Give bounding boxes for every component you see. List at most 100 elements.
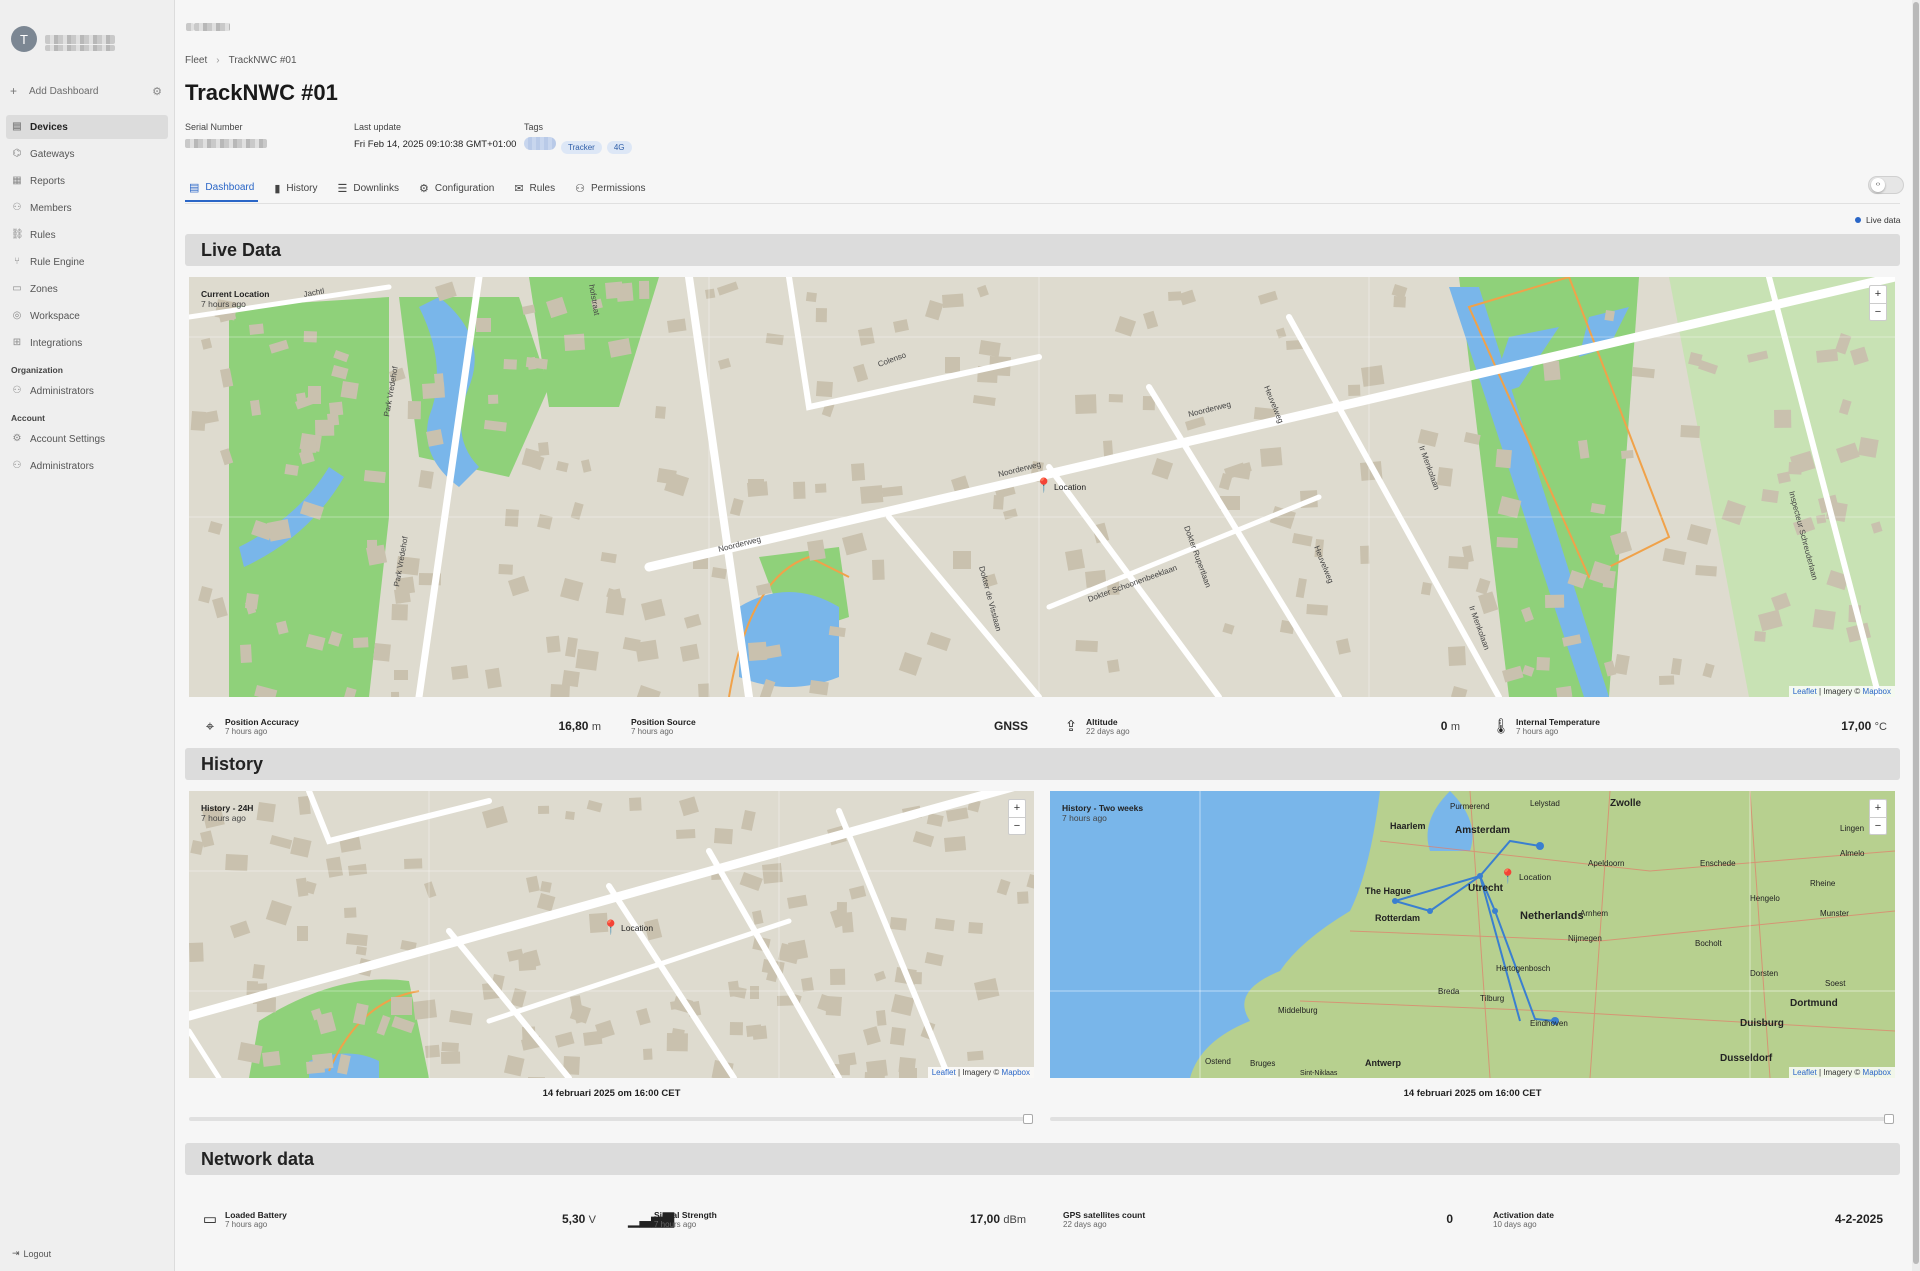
stat-internal-temperature: 🌡 Internal Temperature 7 hours ago 17,00 … xyxy=(1490,711,1887,741)
members-icon: ⚇ xyxy=(12,385,22,396)
zoom-out-button[interactable]: − xyxy=(1870,303,1886,320)
location-pin-icon[interactable]: 📍 xyxy=(1035,477,1052,494)
map-attribution: Leaflet | Imagery © Mapbox xyxy=(1788,1067,1895,1078)
stat-timestamp: 22 days ago xyxy=(1063,1219,1107,1229)
sidebar-item-org-administrators[interactable]: ⚇ Administrators xyxy=(6,379,168,403)
sidebar-item-devices[interactable]: ▤ Devices xyxy=(6,115,168,139)
breadcrumb-fleet[interactable]: Fleet xyxy=(185,55,207,66)
map-attribution: Leaflet | Imagery © Mapbox xyxy=(927,1067,1034,1078)
tab-label: Configuration xyxy=(434,182,495,194)
sidebar-item-rule-engine[interactable]: ⑂ Rule Engine xyxy=(6,250,168,274)
sidebar-item-label: Reports xyxy=(30,175,66,187)
leaflet-link[interactable]: Leaflet xyxy=(1793,1068,1817,1077)
live-location-map[interactable]: Noorderweg Noorderweg Noorderweg Colenso… xyxy=(189,277,1895,697)
add-dashboard-button[interactable]: + Add Dashboard ⚙ xyxy=(10,84,162,98)
sidebar-item-label: Workspace xyxy=(30,310,80,322)
tab-label: Dashboard xyxy=(205,181,255,193)
tab-downlinks[interactable]: ☰ Downlinks xyxy=(334,174,403,202)
stat-value: GNSS xyxy=(993,719,1028,733)
sidebar-item-account-settings[interactable]: ⚙ Account Settings xyxy=(6,427,168,451)
zoom-control: + − xyxy=(1869,799,1887,835)
history-24h-slider[interactable] xyxy=(189,1114,1033,1124)
organization-subtitle xyxy=(45,45,115,51)
stat-gps-satellites: GPS satellites count 22 days ago 0 xyxy=(1063,1204,1453,1234)
place-label: Haarlem xyxy=(1390,821,1426,831)
history-24h-map[interactable]: History - 24H 7 hours ago 📍 Location + − L… xyxy=(189,791,1034,1078)
last-update-field: Last update Fri Feb 14, 2025 09:10:38 GM… xyxy=(354,122,516,150)
zoom-control: + − xyxy=(1869,285,1887,321)
section-live-data: Live Data xyxy=(185,234,1900,266)
place-label: Middelburg xyxy=(1278,1006,1318,1015)
location-pin-icon[interactable]: 📍 xyxy=(602,919,619,936)
leaflet-link[interactable]: Leaflet xyxy=(932,1068,956,1077)
rules-icon: ⛓ xyxy=(11,229,24,240)
stat-timestamp: 7 hours ago xyxy=(225,726,268,736)
stat-position-source: Position Source 7 hours ago GNSS xyxy=(631,711,1028,741)
tab-configuration[interactable]: ⚙ Configuration xyxy=(415,174,498,202)
tab-rules[interactable]: ✉ Rules xyxy=(510,174,559,202)
stat-value: 17,00 xyxy=(1841,719,1872,733)
zoom-out-button[interactable]: − xyxy=(1009,817,1025,834)
battery-icon: ▭ xyxy=(202,1211,218,1228)
sidebar-item-reports[interactable]: ▦ Reports xyxy=(6,169,168,193)
avatar[interactable]: T xyxy=(11,26,37,52)
scrollbar-thumb[interactable] xyxy=(1913,2,1919,1264)
section-title: Network data xyxy=(201,1149,315,1169)
place-label: Ostend xyxy=(1205,1057,1231,1066)
history-two-weeks-slider[interactable] xyxy=(1050,1114,1894,1124)
sidebar-item-members[interactable]: ⚇ Members xyxy=(6,196,168,220)
tab-history[interactable]: ▮ History xyxy=(270,174,321,202)
zoom-in-button[interactable]: + xyxy=(1870,800,1886,817)
reports-icon: ▦ xyxy=(12,175,22,186)
stat-value: 16,80 xyxy=(558,719,589,733)
place-label: Eindhoven xyxy=(1530,1019,1568,1028)
members-icon: ⚇ xyxy=(12,202,22,213)
live-dot-icon xyxy=(1855,217,1861,223)
place-label: Sint-Niklaas xyxy=(1300,1070,1338,1077)
dashboard-icon: ▤ xyxy=(189,181,200,194)
map-title: History - 24H 7 hours ago xyxy=(201,803,253,823)
leaflet-link[interactable]: Leaflet xyxy=(1793,687,1817,696)
place-label: Bruges xyxy=(1250,1059,1275,1068)
mapbox-link[interactable]: Mapbox xyxy=(1863,687,1891,696)
mapbox-link[interactable]: Mapbox xyxy=(1863,1068,1891,1077)
gear-icon[interactable]: ⚙ xyxy=(152,85,162,98)
page-scrollbar[interactable] xyxy=(1912,0,1920,1271)
logout-button[interactable]: ⇥ Logout xyxy=(12,1248,51,1259)
breadcrumb-current: TrackNWC #01 xyxy=(228,55,297,66)
history-two-weeks-map[interactable]: Zwolle Lelystad Purmerend Haarlem Amster… xyxy=(1050,791,1895,1078)
place-label: Bocholt xyxy=(1695,939,1722,948)
live-data-indicator: Live data xyxy=(1855,215,1901,225)
sidebar-item-zones[interactable]: ▭ Zones xyxy=(6,277,168,301)
location-pin-icon[interactable]: 📍 xyxy=(1499,868,1516,885)
sidebar-item-account-administrators[interactable]: ⚇ Administrators xyxy=(6,454,168,478)
stat-loaded-battery: ▭ Loaded Battery 7 hours ago 5,30 V xyxy=(199,1204,596,1234)
signal-icon: ▁▃▅▇ xyxy=(628,1211,675,1228)
tab-dashboard[interactable]: ▤ Dashboard xyxy=(185,174,259,202)
mapbox-link[interactable]: Mapbox xyxy=(1002,1068,1030,1077)
logout-label: Logout xyxy=(23,1248,52,1259)
slider-thumb[interactable] xyxy=(1884,1114,1894,1124)
code-view-toggle[interactable]: ‹› xyxy=(1868,176,1904,194)
zoom-in-button[interactable]: + xyxy=(1870,286,1886,303)
stat-unit: °C xyxy=(1874,721,1887,733)
slider-thumb[interactable] xyxy=(1023,1114,1033,1124)
place-label: Netherlands xyxy=(1520,910,1584,922)
stat-timestamp: 22 days ago xyxy=(1086,726,1130,736)
sidebar-item-workspace[interactable]: ◎ Workspace xyxy=(6,304,168,328)
sidebar-item-gateways[interactable]: ⌬ Gateways xyxy=(6,142,168,166)
sidebar-item-rules[interactable]: ⛓ Rules xyxy=(6,223,168,247)
place-label: Almelo xyxy=(1840,849,1865,858)
place-label: Rotterdam xyxy=(1375,913,1420,923)
stat-unit: m xyxy=(591,721,601,733)
map-title-text: History - Two weeks xyxy=(1062,803,1144,813)
map-title-text: Current Location xyxy=(201,289,270,299)
serial-number-field: Serial Number xyxy=(185,122,267,150)
stat-timestamp: 10 days ago xyxy=(1493,1219,1537,1229)
zoom-in-button[interactable]: + xyxy=(1009,800,1025,817)
sidebar-item-integrations[interactable]: ⊞ Integrations xyxy=(6,331,168,355)
zoom-out-button[interactable]: − xyxy=(1870,817,1886,834)
sidebar-item-label: Members xyxy=(30,202,72,214)
place-label: Hengelo xyxy=(1750,894,1780,903)
tab-permissions[interactable]: ⚇ Permissions xyxy=(571,174,649,202)
